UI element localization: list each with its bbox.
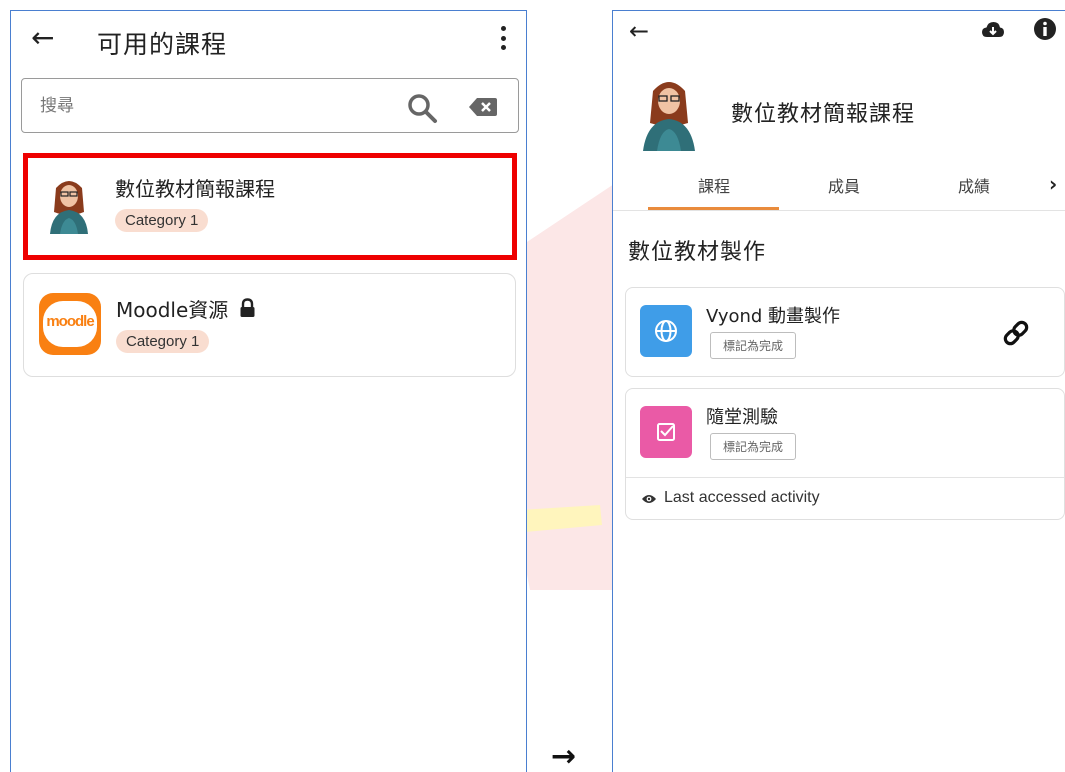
activity-name: 隨堂測驗 [706, 407, 778, 428]
last-accessed-row: Last accessed activity [626, 477, 1064, 520]
tab-grades[interactable]: 成績 [958, 173, 990, 197]
course-detail-screen: ← 數位教材簡報課程 課程 成員 成績 › 數位教材製作 Vyond 動畫製作 … [612, 10, 1065, 772]
course-list-screen: ← 可用的課程 數位教 [10, 10, 527, 772]
quiz-activity-icon [640, 406, 692, 458]
backspace-clear-icon[interactable] [468, 96, 498, 118]
search-input[interactable] [40, 91, 370, 121]
section-title: 數位教材製作 [628, 240, 767, 265]
course-name-row: Moodle資源 [116, 294, 256, 323]
back-arrow-icon[interactable]: ← [629, 17, 649, 45]
active-tab-indicator [648, 207, 779, 210]
lock-icon [240, 298, 255, 317]
tab-course[interactable]: 課程 [698, 173, 730, 197]
course-image [633, 71, 705, 151]
mark-complete-button[interactable]: 標記為完成 [710, 332, 797, 359]
eye-icon [642, 495, 656, 503]
cloud-download-icon[interactable] [981, 19, 1005, 41]
checkbox-icon [657, 423, 675, 441]
selection-highlight [23, 153, 517, 260]
category-badge: Category 1 [116, 330, 210, 353]
mark-complete-button[interactable]: 標記為完成 [710, 433, 797, 460]
link-icon[interactable] [1001, 318, 1031, 348]
last-accessed-label: Last accessed activity [664, 489, 820, 506]
activity-card-quiz[interactable]: 隨堂測驗 標記為完成 Last accessed activity [625, 388, 1065, 520]
course-tabs: 課程 成員 成績 › [613, 161, 1065, 211]
top-app-bar: ← 可用的課程 [11, 11, 526, 71]
url-activity-icon [640, 305, 692, 357]
course-title: 數位教材簡報課程 [731, 102, 916, 127]
activity-name: Vyond 動畫製作 [706, 306, 841, 327]
page-title: 可用的課程 [97, 30, 228, 59]
chevron-right-icon[interactable]: › [1049, 173, 1057, 195]
info-icon[interactable] [1033, 17, 1057, 41]
transition-arrow: → [551, 739, 577, 772]
globe-icon [655, 320, 677, 342]
course-name: Moodle資源 [116, 298, 229, 322]
tab-participants[interactable]: 成員 [828, 173, 860, 197]
more-vertical-icon[interactable] [500, 26, 506, 50]
activity-card-vyond[interactable]: Vyond 動畫製作 標記為完成 [625, 287, 1065, 377]
moodle-logo: moodle [39, 293, 101, 355]
search-icon[interactable] [406, 92, 438, 124]
back-arrow-icon[interactable]: ← [31, 23, 54, 53]
search-bar [21, 78, 519, 133]
course-card-moodle-resources[interactable]: moodle Moodle資源 Category 1 [23, 273, 516, 377]
